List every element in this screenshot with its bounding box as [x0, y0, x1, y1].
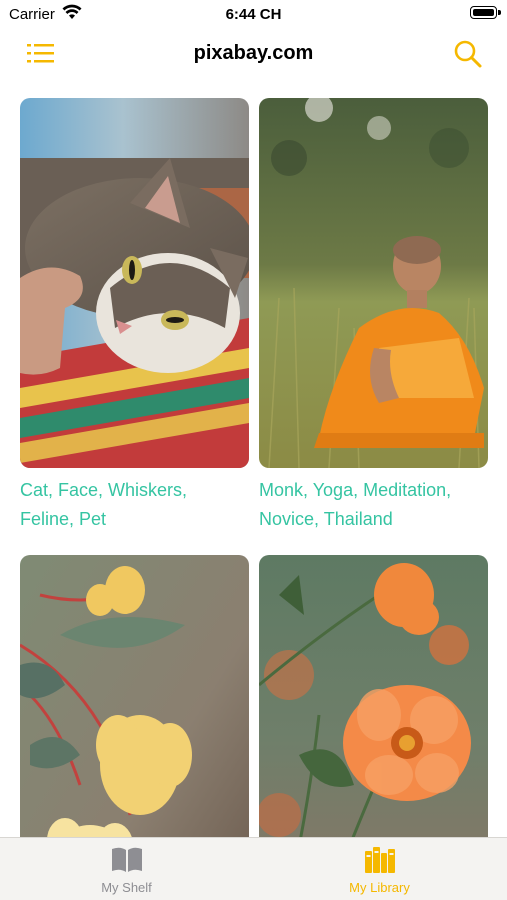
- tab-label: My Shelf: [101, 880, 152, 895]
- tab-my-library[interactable]: My Library: [253, 838, 506, 900]
- books-icon: [363, 845, 397, 875]
- status-bar: Carrier 6:44 CH: [0, 0, 507, 30]
- tab-bar: My Shelf My Library: [0, 837, 507, 900]
- search-icon[interactable]: [453, 39, 483, 69]
- image-grid: Cat, Face, Whiskers, Feline, Pet Monk, Y…: [20, 98, 488, 840]
- book-open-icon: [110, 845, 144, 875]
- yellow-flowers-photo[interactable]: [20, 555, 249, 840]
- battery-icon: [470, 6, 501, 19]
- tab-label: My Library: [349, 880, 410, 895]
- status-time: 6:44 CH: [225, 6, 282, 23]
- image-tags-caption[interactable]: Monk, Yoga, Meditation, Novice, Thailand: [259, 476, 488, 534]
- monk-photo[interactable]: [259, 98, 488, 468]
- image-tags-caption[interactable]: Cat, Face, Whiskers, Feline, Pet: [20, 476, 249, 534]
- navigation-bar: pixabay.com: [0, 30, 507, 76]
- orange-flowers-photo[interactable]: [259, 555, 488, 840]
- image-card-monk[interactable]: Monk, Yoga, Meditation, Novice, Thailand: [259, 98, 488, 534]
- image-card-orange-flowers[interactable]: [259, 555, 488, 840]
- tab-my-shelf[interactable]: My Shelf: [0, 838, 253, 900]
- image-card-yellow-flowers[interactable]: [20, 555, 249, 840]
- cat-photo[interactable]: [20, 98, 249, 468]
- page-title: pixabay.com: [193, 42, 314, 64]
- image-card-cat[interactable]: Cat, Face, Whiskers, Feline, Pet: [20, 98, 249, 534]
